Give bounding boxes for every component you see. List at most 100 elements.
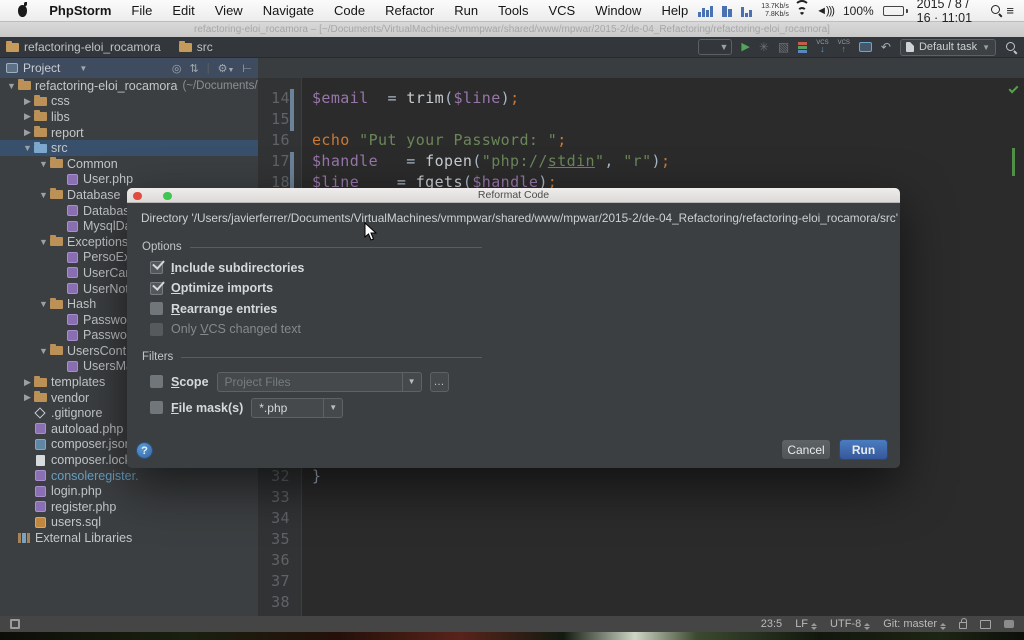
checkbox-checked[interactable] <box>150 282 163 295</box>
macos-menu-bar: PhpStormFileEditViewNavigateCodeRefactor… <box>0 0 1024 22</box>
event-log-icon[interactable] <box>1004 620 1014 628</box>
menu-tools[interactable]: Tools <box>488 3 538 18</box>
notification-center-icon[interactable]: ≡ <box>1006 3 1014 18</box>
collapse-all-icon[interactable]: ⇅ <box>190 62 199 75</box>
scope-more-button[interactable]: … <box>430 372 449 392</box>
menu-view[interactable]: View <box>205 3 253 18</box>
coverage-button[interactable]: ▧ <box>778 41 789 53</box>
breadcrumb-src[interactable]: src <box>197 40 213 54</box>
menu-refactor[interactable]: Refactor <box>375 3 444 18</box>
menu-run[interactable]: Run <box>444 3 488 18</box>
tree-chevron-icon[interactable]: ▼ <box>6 81 17 91</box>
tree-item-report[interactable]: ▶report <box>0 125 258 141</box>
help-button[interactable]: ? <box>136 442 153 459</box>
tree-item-label: login.php <box>51 484 102 498</box>
disk-meter-icon[interactable] <box>741 5 752 17</box>
menu-code[interactable]: Code <box>324 3 375 18</box>
hide-panel-icon[interactable]: ⊢ <box>242 62 252 75</box>
close-window-button[interactable] <box>133 192 142 201</box>
battery-percent: 100% <box>843 4 874 18</box>
caret-position[interactable]: 23:5 <box>761 618 782 630</box>
cpu-meter-icon[interactable] <box>698 5 713 17</box>
spotlight-search-icon[interactable] <box>990 4 998 17</box>
tree-item-css[interactable]: ▶css <box>0 94 258 110</box>
tree-item-refactoring-eloi-rocamora[interactable]: ▼refactoring-eloi_rocamora(~/Documents/V… <box>0 78 258 94</box>
vcs-commit-button[interactable]: VCS↑ <box>838 40 850 54</box>
run-dialog-button[interactable]: Run <box>839 439 888 460</box>
tree-item-src[interactable]: ▼src <box>0 140 258 156</box>
tree-item-register-php[interactable]: register.php <box>0 499 258 515</box>
menu-clock[interactable]: 2015 / 8 / 16 · 11:01 <box>917 0 981 25</box>
git-branch-selector[interactable]: Git: master <box>883 618 946 630</box>
line-number: 37 <box>258 572 290 590</box>
checkbox-unchecked[interactable] <box>150 323 163 336</box>
tree-item-label: Exceptions <box>67 235 128 249</box>
menu-vcs[interactable]: VCS <box>538 3 585 18</box>
scope-combo[interactable]: Project Files▼ <box>217 372 422 392</box>
scope-checkbox[interactable] <box>150 375 163 388</box>
code-text: echo "Put your Password: "; <box>312 131 567 149</box>
menu-navigate[interactable]: Navigate <box>253 3 324 18</box>
menu-edit[interactable]: Edit <box>162 3 204 18</box>
zoom-window-button[interactable] <box>163 192 172 201</box>
tree-chevron-icon[interactable]: ▶ <box>22 111 33 122</box>
apple-icon[interactable] <box>18 5 27 17</box>
hector-icon[interactable] <box>980 620 991 629</box>
vcs-update-button[interactable]: VCS↓ <box>816 40 828 54</box>
tree-item-user-php[interactable]: User.php <box>0 172 258 188</box>
breadcrumb-project[interactable]: refactoring-eloi_rocamora <box>24 40 161 54</box>
tree-chevron-icon[interactable]: ▼ <box>38 237 49 247</box>
tree-chevron-icon[interactable]: ▼ <box>38 346 49 356</box>
panel-settings-icon[interactable]: ⚙▼ <box>218 62 235 75</box>
menu-help[interactable]: Help <box>651 3 698 18</box>
line-ending-selector[interactable]: LF <box>795 618 817 630</box>
search-everywhere-icon[interactable] <box>1005 41 1018 54</box>
memory-meter-icon[interactable] <box>722 5 732 17</box>
tree-item-users-sql[interactable]: users.sql <box>0 515 258 531</box>
menu-file[interactable]: File <box>121 3 162 18</box>
task-combo[interactable]: Default task ▼ <box>900 39 996 56</box>
battery-icon[interactable] <box>883 6 908 16</box>
network-speed[interactable]: 13.7Kb/s 7.8Kb/s <box>761 3 789 19</box>
toolwindow-quick-access-icon[interactable] <box>10 619 20 629</box>
tree-chevron-icon[interactable]: ▼ <box>38 190 49 200</box>
editor-line-36: 36 <box>258 551 1024 572</box>
checkbox-unchecked[interactable] <box>150 302 163 315</box>
run-with-coverage-button[interactable] <box>798 42 807 53</box>
tree-chevron-icon[interactable]: ▼ <box>22 143 33 153</box>
tree-item-external-libraries[interactable]: External Libraries <box>0 530 258 546</box>
locate-file-icon[interactable]: ◎ <box>172 62 182 75</box>
menu-phpstorm[interactable]: PhpStorm <box>39 3 121 18</box>
tree-item-label: Passwor <box>83 313 131 327</box>
rollback-button[interactable]: ↶ <box>881 41 891 53</box>
file-mask-combo[interactable]: *.php▼ <box>251 398 343 418</box>
encoding-selector[interactable]: UTF-8 <box>830 618 870 630</box>
tree-item-common[interactable]: ▼Common <box>0 156 258 172</box>
readonly-lock-icon[interactable] <box>959 622 967 629</box>
tree-chevron-icon[interactable]: ▼ <box>38 299 49 309</box>
tree-chevron-icon[interactable]: ▶ <box>22 392 33 403</box>
wifi-icon[interactable] <box>798 5 807 16</box>
project-panel-header[interactable]: Project ▼ ◎ ⇅ | ⚙▼ ⊢ <box>0 58 258 78</box>
line-number: 34 <box>258 509 290 527</box>
menu-window[interactable]: Window <box>585 3 651 18</box>
tree-item-consoleregister-[interactable]: consoleregister. <box>0 468 258 484</box>
changes-view-button[interactable] <box>859 42 872 52</box>
tree-chevron-icon[interactable]: ▶ <box>22 377 33 388</box>
tree-item-libs[interactable]: ▶libs <box>0 109 258 125</box>
volume-icon[interactable]: ◄))) <box>816 5 834 17</box>
php-icon <box>65 205 79 216</box>
run-button[interactable]: ▶ <box>741 42 749 53</box>
folder-icon <box>33 97 47 106</box>
file-mask-checkbox[interactable] <box>150 401 163 414</box>
tree-chevron-icon[interactable]: ▶ <box>22 127 33 138</box>
debug-button[interactable]: ✳ <box>759 41 769 53</box>
run-config-combo[interactable]: ▼ <box>698 39 732 55</box>
line-number: 38 <box>258 593 290 611</box>
tree-item-login-php[interactable]: login.php <box>0 483 258 499</box>
checkbox-checked[interactable] <box>150 261 163 274</box>
tree-chevron-icon[interactable]: ▼ <box>38 159 49 169</box>
cancel-button[interactable]: Cancel <box>781 439 831 460</box>
tree-item-label: External Libraries <box>35 531 132 545</box>
tree-chevron-icon[interactable]: ▶ <box>22 96 33 107</box>
